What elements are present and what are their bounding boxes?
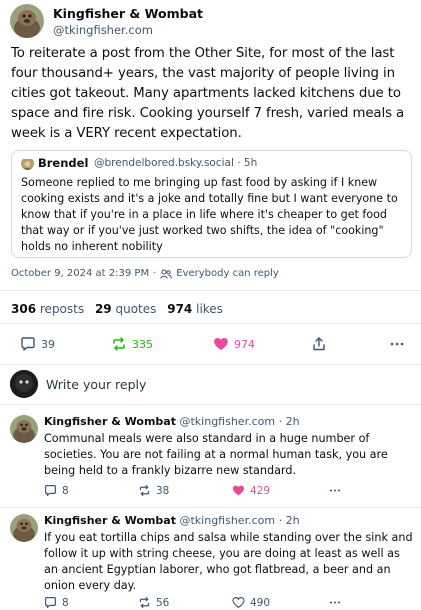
reply-author-avatar[interactable] <box>10 514 38 542</box>
meta-separator: · <box>153 268 157 279</box>
reply-repost-button[interactable]: 56 <box>138 596 169 609</box>
reply-post[interactable]: Kingfisher & Wombat @tkingfisher.com · 2… <box>0 415 421 505</box>
reply-reply-count: 8 <box>62 484 69 497</box>
repost-button[interactable]: 335 <box>111 333 153 355</box>
reply-author-name[interactable]: Kingfisher & Wombat <box>44 514 176 527</box>
reply-repost-count: 38 <box>156 484 170 497</box>
reply-post[interactable]: Kingfisher & Wombat @tkingfisher.com · 2… <box>0 514 421 610</box>
reply-composer[interactable]: Write your reply <box>0 367 421 403</box>
reply-header: Kingfisher & Wombat @tkingfisher.com · 2… <box>44 514 300 527</box>
divider <box>0 290 421 291</box>
reply-more-button[interactable] <box>328 596 342 609</box>
divider <box>0 404 421 405</box>
reply-like-count: 490 <box>250 596 271 609</box>
reply-input-placeholder[interactable]: Write your reply <box>46 377 146 392</box>
reply-reply-count: 8 <box>62 596 69 609</box>
reply-button[interactable]: 39 <box>20 333 55 355</box>
divider <box>0 507 421 508</box>
reply-more-button[interactable] <box>328 484 342 497</box>
heart-icon <box>232 485 245 496</box>
reply-count: 39 <box>41 337 55 351</box>
quote-text: Someone replied to me bringing up fast f… <box>21 176 398 253</box>
reply-like-button[interactable]: 429 <box>232 484 270 497</box>
quotes-stat[interactable]: 29 quotes <box>95 302 156 316</box>
post-header: Kingfisher & Wombat @tkingfisher.com <box>10 4 410 38</box>
reply-like-button[interactable]: 490 <box>232 596 270 609</box>
divider <box>0 364 421 365</box>
reply-author-name[interactable]: Kingfisher & Wombat <box>44 415 176 428</box>
quote-author-avatar <box>21 157 34 170</box>
reply-author-meta: @tkingfisher.com · 2h <box>179 514 300 527</box>
people-icon <box>160 269 173 279</box>
current-user-avatar <box>10 370 38 398</box>
divider <box>0 323 421 324</box>
heart-icon <box>214 338 228 350</box>
ellipsis-icon <box>329 601 341 604</box>
ellipsis-icon <box>390 342 404 346</box>
heart-icon <box>232 597 245 609</box>
post-timestamp: October 9, 2024 at 2:39 PM <box>11 268 150 279</box>
repost-arrows-icon <box>139 597 150 608</box>
ellipsis-icon <box>329 489 341 492</box>
post-stats: 306 reposts 29 quotes 974 likes <box>11 302 223 316</box>
reply-permission[interactable]: Everybody can reply <box>176 268 279 279</box>
post-meta-line: October 9, 2024 at 2:39 PM · Everybody c… <box>11 268 279 279</box>
more-options-button[interactable] <box>389 333 405 355</box>
author-name[interactable]: Kingfisher & Wombat <box>53 6 203 21</box>
speech-bubble-icon <box>45 485 56 496</box>
reply-reply-button[interactable]: 8 <box>44 484 69 497</box>
speech-bubble-icon <box>45 597 56 608</box>
reply-action-bar: 8 56 490 <box>44 596 421 610</box>
reply-author-meta: @tkingfisher.com · 2h <box>179 415 300 428</box>
reply-action-bar: 8 38 429 <box>44 484 421 500</box>
share-button[interactable] <box>311 333 327 355</box>
repost-count: 335 <box>132 337 153 351</box>
like-count: 974 <box>234 337 255 351</box>
speech-bubble-icon <box>21 337 35 351</box>
reply-like-count: 429 <box>250 484 271 497</box>
reply-text: Communal meals were also standard in a h… <box>44 432 388 477</box>
share-icon <box>313 337 325 351</box>
reply-reply-button[interactable]: 8 <box>44 596 69 609</box>
post-text: To reiterate a post from the Other Site,… <box>11 46 405 141</box>
author-avatar[interactable] <box>10 4 44 38</box>
repost-arrows-icon <box>139 485 150 496</box>
quote-author-meta: @brendelbored.bsky.social · 5h <box>94 157 258 169</box>
reply-repost-count: 56 <box>156 596 170 609</box>
reply-repost-button[interactable]: 38 <box>138 484 169 497</box>
like-button[interactable]: 974 <box>213 333 255 355</box>
reply-author-avatar[interactable] <box>10 415 38 443</box>
reply-text: If you eat tortilla chips and salsa whil… <box>44 531 413 592</box>
quoted-post[interactable]: Brendel @brendelbored.bsky.social · 5h S… <box>11 150 412 258</box>
post-action-bar: 39 335 974 <box>0 333 421 355</box>
author-handle[interactable]: @tkingfisher.com <box>53 23 153 37</box>
reposts-stat[interactable]: 306 reposts <box>11 302 84 316</box>
reply-header: Kingfisher & Wombat @tkingfisher.com · 2… <box>44 415 300 428</box>
likes-stat[interactable]: 974 likes <box>167 302 223 316</box>
repost-arrows-icon <box>113 337 125 351</box>
quote-author-name: Brendel <box>38 156 89 170</box>
